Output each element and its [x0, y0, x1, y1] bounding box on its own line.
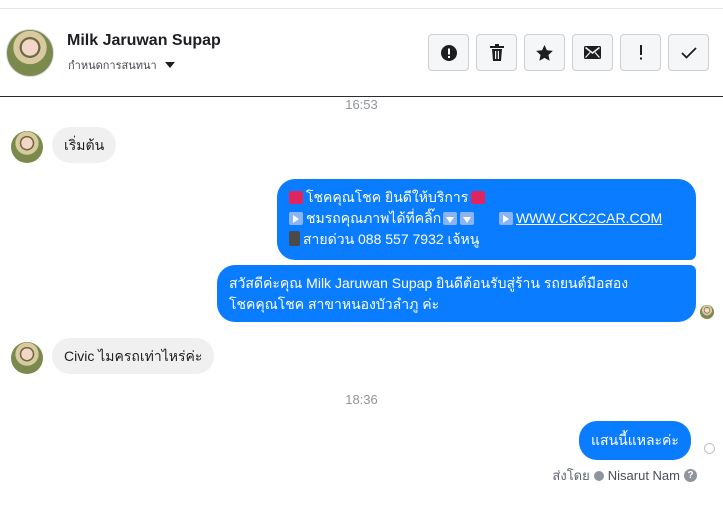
incoming-message[interactable]: Civic ไมครถเท่าไหร่ค่ะ [52, 338, 215, 374]
sent-by-info: ส่งโดย Nisarut Nam ? [552, 465, 697, 486]
conversation-label-text: กำหนดการสนทนา [68, 60, 157, 72]
contact-avatar-small [11, 131, 43, 163]
message-line: สายด่วน 088 557 7932 เจ้หนู [289, 229, 684, 250]
conversation-header: Milk Jaruwan Supap กำหนดการสนทนา [0, 9, 723, 97]
message-text: สายด่วน 088 557 7932 เจ้หนู [303, 231, 480, 247]
conversation-label-dropdown[interactable]: กำหนดการสนทนา [68, 56, 175, 74]
message-line: โชคคุณโชค ยินดีให้บริการ [289, 187, 684, 208]
timestamp: 18:36 [345, 392, 378, 407]
help-icon[interactable]: ? [684, 469, 697, 482]
play-button-emoji-icon [498, 212, 513, 225]
sparkle-emoji-icon [471, 191, 486, 204]
mark-important-button[interactable] [620, 34, 661, 71]
trash-icon [489, 44, 504, 61]
contact-avatar[interactable] [6, 29, 54, 77]
incoming-message[interactable]: เริ่มต้น [52, 127, 117, 163]
mark-done-button[interactable] [668, 34, 709, 71]
sparkle-emoji-icon [289, 191, 303, 204]
star-icon [536, 44, 553, 61]
delete-button[interactable] [476, 34, 517, 71]
star-button[interactable] [524, 34, 565, 71]
message-line: โชคคุณโชค สาขาหนองบัวลำภู ค่ะ [229, 296, 440, 312]
caret-down-icon [164, 62, 175, 68]
sent-by-label: ส่งโดย [552, 468, 590, 483]
website-link[interactable]: WWW.CKC2CAR.COM [516, 210, 662, 226]
read-receipt-avatar [700, 305, 714, 319]
message-text: ชมรถคุณภาพได้ที่คลิ๊ก [306, 210, 442, 226]
play-button-emoji-icon [289, 212, 303, 225]
down-arrow-emoji-icon [460, 212, 475, 225]
envelope-icon [584, 46, 601, 59]
down-arrow-emoji-icon [443, 212, 458, 225]
check-icon [680, 46, 697, 59]
sender-name[interactable]: Nisarut Nam [608, 468, 680, 483]
contact-name[interactable]: Milk Jaruwan Supap [67, 32, 221, 50]
sent-status-icon [704, 443, 715, 454]
timestamp: 16:53 [345, 97, 378, 112]
mobile-phone-emoji-icon [289, 231, 300, 246]
outgoing-message[interactable]: แสนนี้แหละค่ะ [579, 421, 691, 460]
exclamation-icon [639, 45, 642, 60]
outgoing-message[interactable]: สวัสดีค่ะคุณ Milk Jaruwan Supap ยินดีต้อ… [217, 265, 696, 322]
mark-unread-button[interactable] [572, 34, 613, 71]
contact-avatar-small [11, 342, 43, 374]
message-line: ชมรถคุณภาพได้ที่คลิ๊ก WWW.CKC2CAR.COM [289, 208, 684, 229]
spam-button[interactable] [428, 34, 469, 71]
message-line: สวัสดีค่ะคุณ Milk Jaruwan Supap ยินดีต้อ… [229, 275, 629, 291]
verified-icon [593, 470, 604, 481]
message-text: โชคคุณโชค ยินดีให้บริการ [306, 189, 469, 205]
exclamation-circle-icon [440, 44, 457, 61]
outgoing-message[interactable]: โชคคุณโชค ยินดีให้บริการ ชมรถคุณภาพได้ที… [277, 179, 696, 260]
